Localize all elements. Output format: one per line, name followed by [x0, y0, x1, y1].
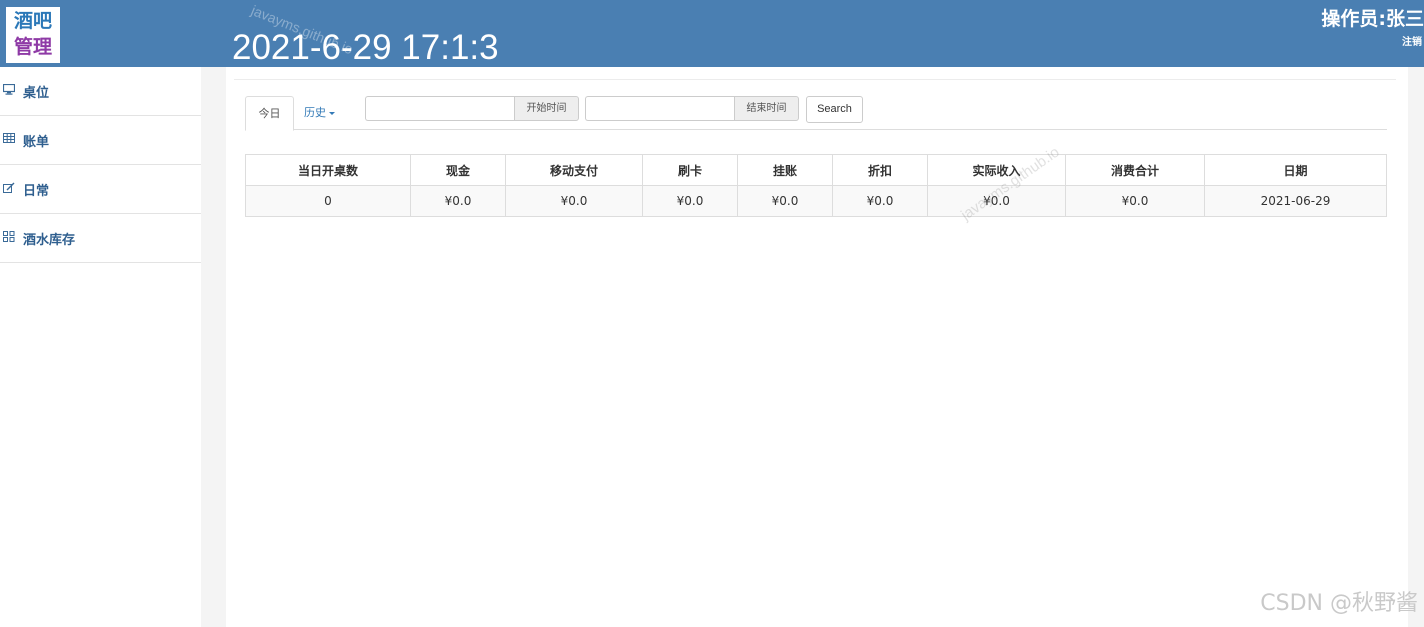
col-header: 移动支付 [505, 154, 643, 186]
table-cell: ¥0.0 [737, 185, 833, 217]
main-content: 今日 历史 开始时间 结束时间 Search 当日开桌数 现金 移动支付 刷卡 … [226, 67, 1408, 627]
col-header: 消费合计 [1065, 154, 1205, 186]
top-header: 酒吧 管理 javayms.github.io 2021-6-29 17:1:3… [0, 0, 1424, 67]
tab-today[interactable]: 今日 [245, 96, 294, 131]
table-cell: 2021-06-29 [1204, 185, 1387, 217]
start-time-group: 开始时间 [365, 96, 579, 121]
table-cell: ¥0.0 [505, 185, 643, 217]
sidebar-item-daily[interactable]: 日常 [0, 165, 201, 214]
end-time-input[interactable] [585, 96, 734, 121]
col-header: 挂账 [737, 154, 833, 186]
caret-down-icon [329, 111, 335, 115]
sidebar-item-inventory[interactable]: 酒水库存 [0, 214, 201, 263]
sidebar-item-tables[interactable]: 桌位 [0, 67, 201, 116]
sidebar-item-label: 桌位 [23, 85, 50, 101]
divider [234, 79, 1396, 80]
tabs-divider [245, 129, 1387, 130]
monitor-icon [2, 83, 16, 98]
end-time-addon: 结束时间 [734, 96, 799, 121]
col-header: 现金 [410, 154, 506, 186]
left-gutter [201, 67, 226, 627]
csdn-watermark: CSDN @秋野酱 [1260, 591, 1418, 616]
table-cell: ¥0.0 [410, 185, 506, 217]
table-cell: ¥0.0 [832, 185, 928, 217]
sidebar-item-bills[interactable]: 账单 [0, 116, 201, 165]
sidebar-item-label: 账单 [23, 134, 50, 150]
sidebar-item-label: 酒水库存 [23, 232, 76, 248]
edit-icon [2, 182, 16, 196]
col-header: 刷卡 [642, 154, 738, 186]
start-time-addon: 开始时间 [514, 96, 579, 121]
logout-link[interactable]: 注销 [1402, 33, 1422, 48]
operator-label: 操作员:张三 [1321, 8, 1424, 30]
app-logo[interactable]: 酒吧 管理 [6, 7, 60, 63]
daily-stats-table: 当日开桌数 现金 移动支付 刷卡 挂账 折扣 实际收入 消费合计 日期 0 ¥0… [245, 154, 1387, 217]
col-header: 日期 [1204, 154, 1387, 186]
start-time-input[interactable] [365, 96, 514, 121]
clock-display: 2021-6-29 17:1:3 [232, 28, 499, 67]
end-time-group: 结束时间 [585, 96, 799, 121]
table-row: 0 ¥0.0 ¥0.0 ¥0.0 ¥0.0 ¥0.0 ¥0.0 ¥0.0 202… [245, 185, 1387, 217]
logo-line-2: 管理 [13, 36, 52, 58]
col-header: 折扣 [832, 154, 928, 186]
table-icon [2, 133, 16, 147]
table-cell: 0 [245, 185, 411, 217]
right-gutter [1408, 67, 1424, 627]
search-button[interactable]: Search [806, 96, 863, 123]
logo-line-1: 酒吧 [13, 10, 52, 32]
sidebar-item-label: 日常 [23, 183, 50, 199]
table-header-row: 当日开桌数 现金 移动支付 刷卡 挂账 折扣 实际收入 消费合计 日期 [245, 154, 1387, 186]
tab-history[interactable]: 历史 [304, 96, 335, 129]
grid-icon [2, 231, 16, 245]
tab-history-label: 历史 [304, 106, 326, 119]
col-header: 当日开桌数 [245, 154, 411, 186]
table-cell: ¥0.0 [1065, 185, 1205, 217]
table-cell: ¥0.0 [642, 185, 738, 217]
sidebar: 桌位 账单 日常 酒水库存 [0, 67, 201, 627]
